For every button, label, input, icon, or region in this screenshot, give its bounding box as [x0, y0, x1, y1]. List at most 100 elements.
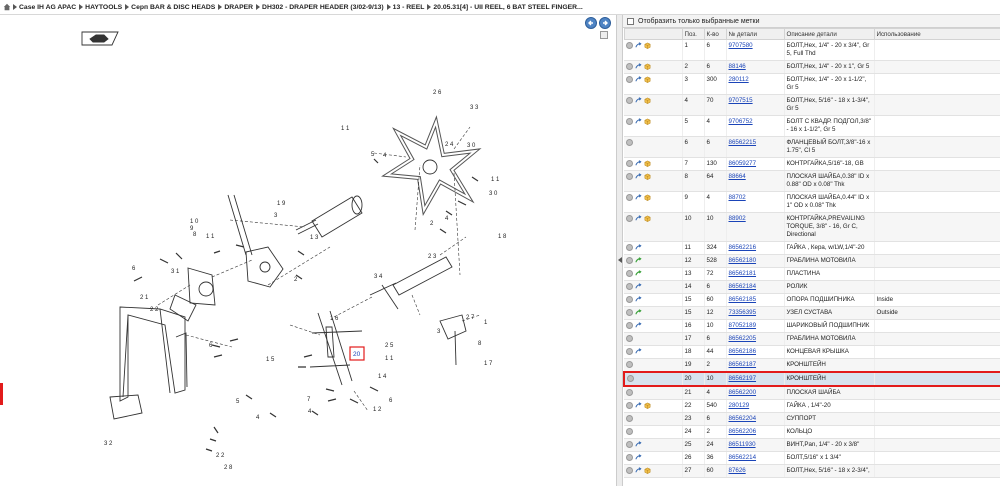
col-description[interactable]: Описание детали [783, 28, 875, 40]
table-row[interactable]: 9 4 88702 ПЛОСКАЯ ШАЙБА,0.44" ID x 1" OD x … [624, 191, 1000, 213]
cell-part-number-text[interactable]: 86562214 [729, 454, 757, 461]
cell-part-number[interactable]: 88146 [726, 60, 785, 74]
table-row[interactable]: 8 64 88664 ПЛОСКАЯ ШАЙБА,0.38" ID x 0.88" O… [624, 170, 1000, 192]
cell-part-number-text[interactable]: 86562184 [729, 283, 757, 290]
info-icon[interactable] [626, 402, 633, 409]
replace-link-icon[interactable] [635, 322, 642, 329]
replace-link-icon[interactable] [635, 160, 642, 167]
table-row-selected[interactable]: 20 10 86562197 КРОНШТЕЙН [623, 371, 1000, 387]
green-arrow-icon[interactable] [635, 270, 642, 277]
cell-part-number[interactable]: 87052189 [726, 319, 785, 333]
cell-part-number-text[interactable]: 86562216 [729, 244, 757, 251]
cell-part-number[interactable]: 86562206 [726, 425, 785, 439]
info-icon[interactable] [626, 283, 633, 290]
cell-part-number-text[interactable]: 86562206 [729, 428, 757, 435]
cell-part-number[interactable]: 86562186 [726, 345, 785, 359]
package-icon[interactable] [644, 118, 651, 125]
replace-link-icon[interactable] [635, 454, 642, 461]
package-icon[interactable] [644, 63, 651, 70]
replace-link-icon[interactable] [635, 467, 642, 474]
table-row[interactable]: 27 60 87626 БОЛТ,Hex, 5/16" - 18 x 2-3/4", [624, 464, 1000, 478]
cell-part-number-text[interactable]: 87052189 [729, 322, 757, 329]
replace-link-icon[interactable] [635, 173, 642, 180]
info-icon[interactable] [626, 467, 633, 474]
info-icon[interactable] [626, 415, 633, 422]
table-row[interactable]: 23 6 86562204 СУППОРТ [624, 412, 1000, 426]
table-row[interactable]: 17 6 86562205 ГРАБЛИНА МОТОВИЛА [624, 332, 1000, 346]
cell-part-number-text[interactable]: 88902 [729, 215, 746, 222]
info-icon[interactable] [626, 335, 633, 342]
cell-part-number[interactable]: 86059277 [726, 157, 785, 171]
table-row[interactable]: 5 4 9706752 БОЛТ С КВАДР. ПОДГОЛ,3/8" - 16 … [624, 115, 1000, 137]
table-row[interactable]: 22 540 280129 ГАЙКА , 1/4"-20 [624, 399, 1000, 413]
info-icon[interactable] [626, 173, 633, 180]
replace-link-icon[interactable] [635, 441, 642, 448]
cell-part-number[interactable]: 86562205 [726, 332, 785, 346]
green-arrow-icon[interactable] [635, 257, 642, 264]
previous-button[interactable] [585, 17, 597, 29]
cell-part-number[interactable]: 86562197 [726, 371, 785, 387]
breadcrumb-item[interactable]: 13 - REEL [393, 4, 425, 11]
breadcrumb-item[interactable]: DRAPER [224, 4, 253, 11]
package-icon[interactable] [644, 194, 651, 201]
table-row[interactable]: 15 60 86562185 ОПОРА ПОДШИПНИКА Inside [624, 293, 1000, 307]
package-icon[interactable] [644, 215, 651, 222]
table-row[interactable]: 4 70 9707515 БОЛТ,Hex, 5/16" - 18 x 1-3/4",… [624, 94, 1000, 116]
info-icon[interactable] [626, 257, 633, 264]
info-icon[interactable] [626, 215, 633, 222]
info-icon[interactable] [626, 296, 633, 303]
cell-part-number-text[interactable]: 87626 [729, 467, 746, 474]
info-icon[interactable] [626, 309, 633, 316]
breadcrumb-item[interactable]: Серп BAR & DISC HEADS [131, 4, 215, 11]
cell-part-number[interactable]: 86562180 [726, 254, 785, 268]
cell-part-number-text[interactable]: 86562180 [729, 257, 757, 264]
cell-part-number-text[interactable]: 86511930 [729, 441, 756, 448]
table-row[interactable]: 7 130 86059277 КОНТРГАЙКА,5/16"-18, GB [624, 157, 1000, 171]
replace-link-icon[interactable] [635, 296, 642, 303]
table-row[interactable]: 26 36 86562214 БОЛТ,5/16" x 1 3/4" [624, 451, 1000, 465]
replace-link-icon[interactable] [635, 194, 642, 201]
cell-part-number[interactable]: 86562214 [726, 451, 785, 465]
cell-part-number[interactable]: 86562185 [726, 293, 785, 307]
cell-part-number-text[interactable]: 86562185 [729, 296, 757, 303]
cell-part-number[interactable]: 86562215 [726, 136, 785, 158]
exploded-parts-diagram[interactable]: 2 6 3 3 1 1 2 4 3 0 5 4 1 1 3 0 1 9 3 1 … [0, 15, 616, 486]
breadcrumb-item[interactable]: Case IH AG APAC [19, 4, 76, 11]
package-icon[interactable] [644, 402, 651, 409]
info-icon[interactable] [626, 160, 633, 167]
cell-part-number-text[interactable]: 86059277 [729, 160, 757, 167]
replace-link-icon[interactable] [635, 348, 642, 355]
replace-link-icon[interactable] [635, 42, 642, 49]
cell-part-number[interactable]: 9707580 [726, 39, 785, 61]
cell-part-number[interactable]: 280129 [726, 399, 785, 413]
table-row[interactable]: 13 72 86562181 ПЛАСТИНА [624, 267, 1000, 281]
replace-link-icon[interactable] [635, 244, 642, 251]
cell-part-number-text[interactable]: 73356395 [729, 309, 757, 316]
package-icon[interactable] [644, 97, 651, 104]
cell-part-number-text[interactable]: 86562186 [729, 348, 757, 355]
info-icon[interactable] [626, 63, 633, 70]
package-icon[interactable] [644, 173, 651, 180]
replace-link-icon[interactable] [635, 283, 642, 290]
info-icon[interactable] [626, 348, 633, 355]
green-arrow-icon[interactable] [635, 309, 642, 316]
scrollbar-handle[interactable] [600, 31, 608, 39]
replace-link-icon[interactable] [635, 63, 642, 70]
cell-part-number-text[interactable]: 88702 [729, 194, 746, 201]
cell-part-number-text[interactable]: 9707515 [729, 97, 753, 104]
col-usage[interactable]: Использование [873, 28, 1000, 40]
cell-part-number[interactable]: 88902 [726, 212, 785, 242]
table-row[interactable]: 25 24 86511930 ВИНТ,Pan, 1/4" - 20 x 3/8" [624, 438, 1000, 452]
home-icon[interactable] [3, 3, 11, 11]
info-icon[interactable] [626, 194, 633, 201]
cell-part-number-text[interactable]: 88146 [729, 63, 746, 70]
info-icon[interactable] [626, 361, 633, 368]
cell-part-number-text[interactable]: 86562200 [729, 389, 757, 396]
cell-part-number-text[interactable]: 86562187 [729, 361, 757, 368]
col-quantity[interactable]: К-во [703, 28, 727, 40]
replace-link-icon[interactable] [635, 215, 642, 222]
table-row[interactable]: 21 4 86562200 ПЛОСКАЯ ШАЙБА [624, 386, 1000, 400]
next-button[interactable] [599, 17, 611, 29]
cell-part-number[interactable]: 87626 [726, 464, 785, 478]
table-row[interactable]: 14 6 86562184 РОЛИК [624, 280, 1000, 294]
